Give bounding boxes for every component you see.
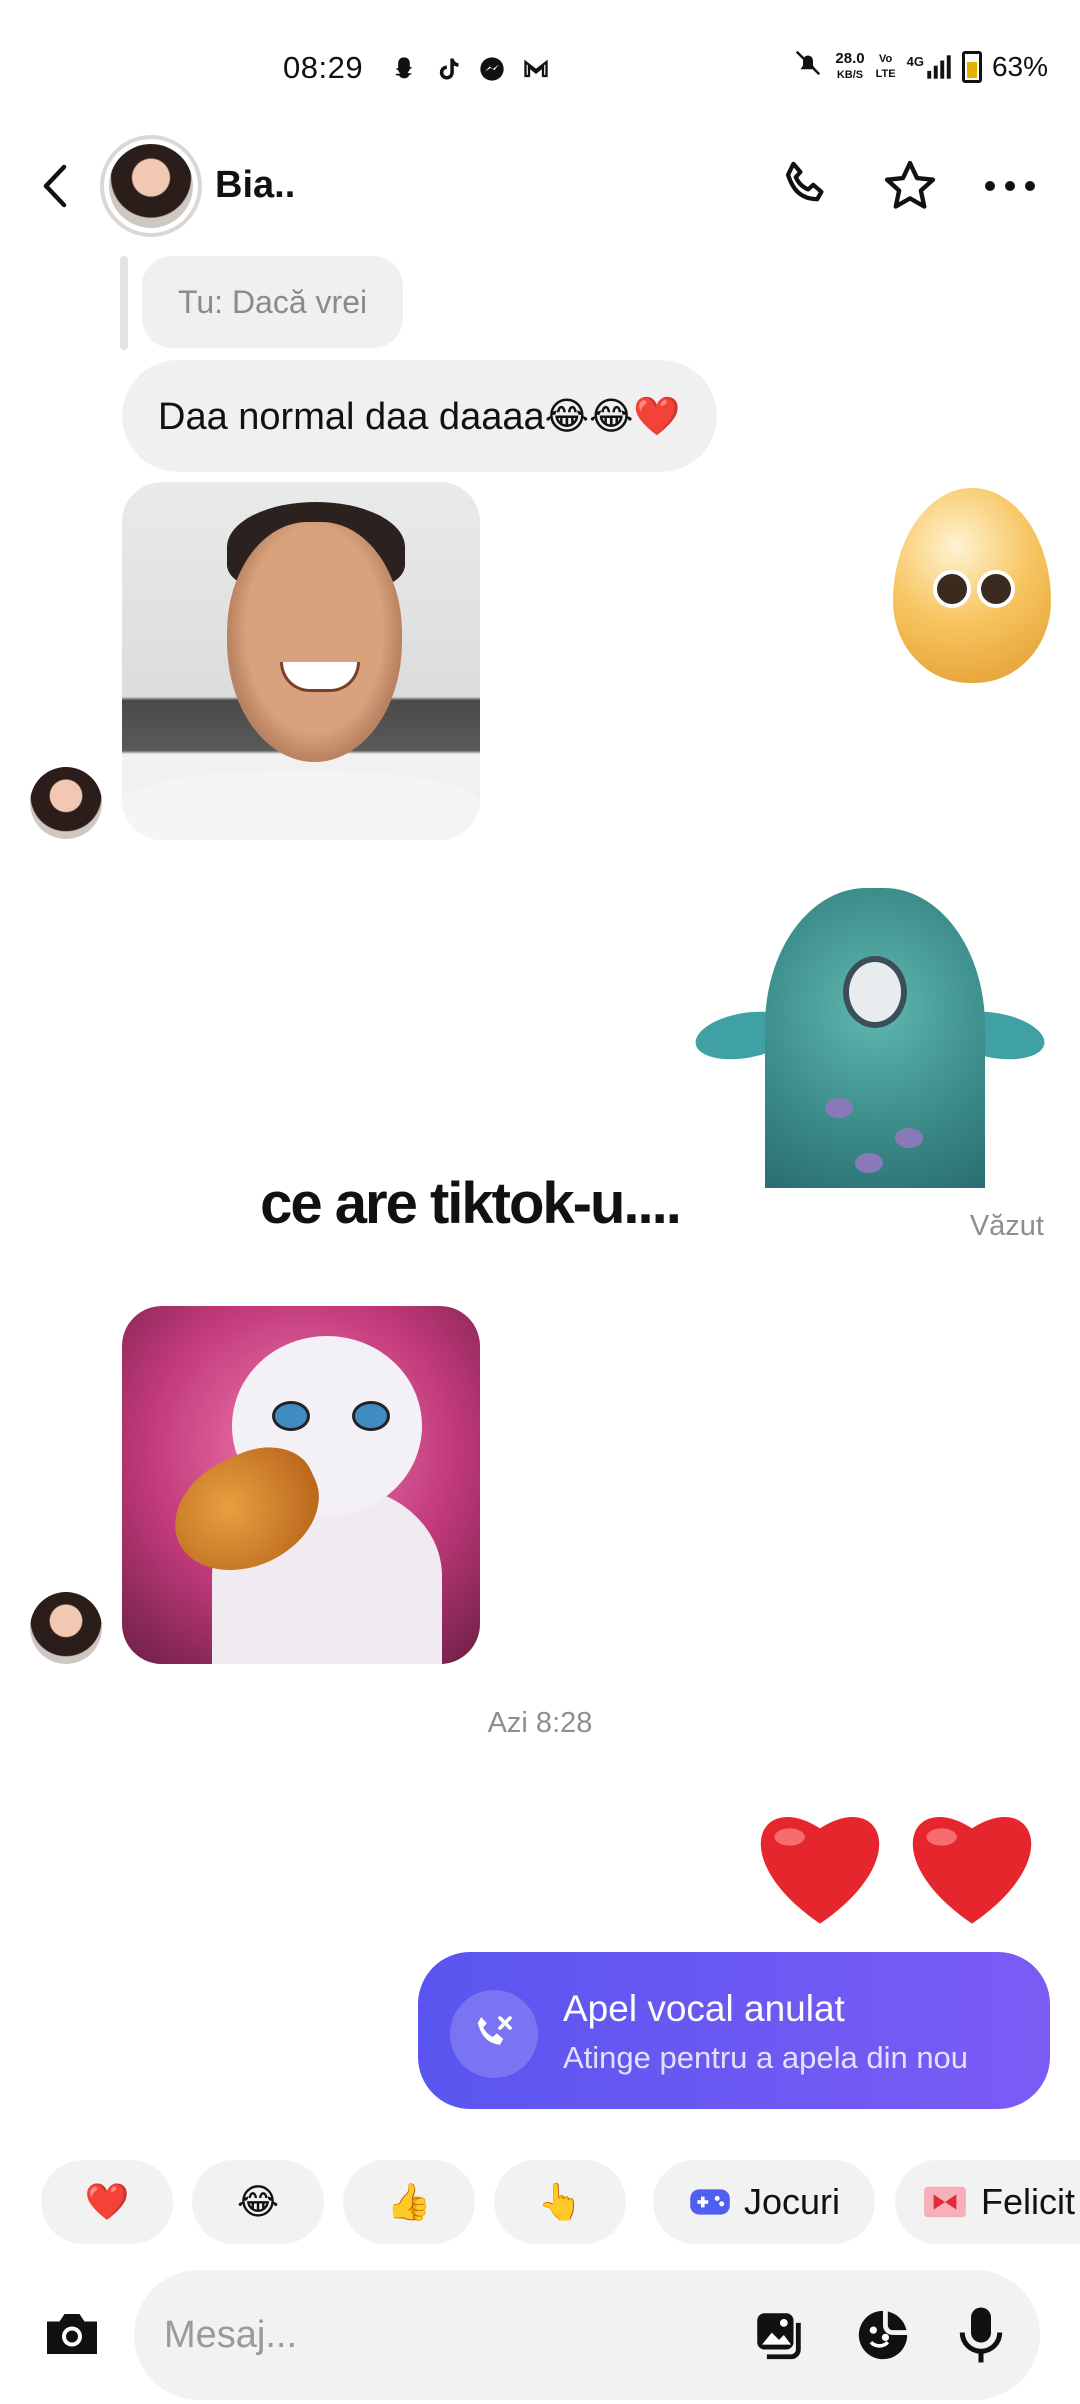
message-composer <box>0 2270 1080 2404</box>
signal-icon: 4G <box>907 54 952 80</box>
call-cancelled-icon <box>450 1990 538 2078</box>
star-icon <box>884 160 936 209</box>
call-card-title: Apel vocal anulat <box>563 1988 845 2029</box>
net-speed: 28.0 KB/S <box>835 49 865 81</box>
back-button[interactable] <box>30 156 80 216</box>
contact-name[interactable]: Bia.. <box>215 164 295 207</box>
gmail-icon <box>519 52 553 86</box>
avatar-photo <box>109 144 193 228</box>
reply-preview-bubble[interactable]: Tu: Dacă vrei <box>142 256 404 348</box>
quick-reply-heart[interactable]: ❤️ <box>41 2160 173 2244</box>
reply-indicator-bar <box>120 256 128 350</box>
voice-call-button[interactable] <box>774 154 838 218</box>
status-time: 08:29 <box>283 50 364 85</box>
status-indicators: 28.0 KB/S Vo LTE 4G 63% <box>791 48 1048 85</box>
heart-icon <box>912 1817 1032 1924</box>
games-chip[interactable]: Jocuri <box>653 2160 875 2244</box>
chat-header: Bia.. <box>0 130 1080 240</box>
quick-reply-thumbs-up[interactable]: 👍 <box>343 2160 475 2244</box>
messenger-icon <box>475 52 509 86</box>
tiktok-icon <box>431 52 465 86</box>
camera-button[interactable] <box>36 2298 108 2370</box>
quick-replies-row: ❤️ 😂 👍 👆 Jocuri Felicit <box>41 2160 1080 2244</box>
contact-avatar[interactable] <box>100 135 202 237</box>
gamepad-icon <box>690 2189 730 2215</box>
incoming-cat-photo-message[interactable] <box>122 1306 480 1664</box>
heart-icon <box>760 1817 880 1924</box>
egg-sticker[interactable] <box>893 488 1051 683</box>
video-caption-overlay: ce are tiktok-u.... <box>259 1170 684 1238</box>
missed-call-card[interactable]: Apel vocal anulat Atinge pentru a apela … <box>418 1952 1050 2109</box>
volte-label: Vo LTE <box>875 52 896 80</box>
incoming-photo-message[interactable] <box>122 482 480 840</box>
gift-icon <box>924 2186 966 2218</box>
seen-label: Văzut <box>969 1210 1044 1242</box>
message-input[interactable] <box>164 2304 664 2366</box>
camera-icon <box>47 2314 97 2354</box>
quick-reply-point-up[interactable]: 👆 <box>494 2160 626 2244</box>
incoming-text-message[interactable]: Daa normal daa daaaa😂😂❤️ <box>122 360 717 472</box>
battery-icon <box>961 50 982 83</box>
favorite-button[interactable] <box>878 154 942 218</box>
microphone-icon <box>959 2307 1003 2363</box>
voice-message-button[interactable] <box>948 2300 1014 2370</box>
snapchat-icon <box>387 52 421 86</box>
sticker-icon <box>858 2310 908 2360</box>
phone-icon <box>785 161 824 202</box>
sender-avatar[interactable] <box>30 1592 102 1664</box>
gallery-button[interactable] <box>746 2300 812 2370</box>
greetings-chip[interactable]: Felicit <box>895 2160 1080 2244</box>
sender-avatar[interactable] <box>30 767 102 839</box>
chevron-left-icon <box>43 164 67 208</box>
sticker-button[interactable] <box>850 2300 916 2370</box>
status-bar: 08:29 28.0 KB/S Vo LTE 4G 63% <box>0 0 1080 140</box>
chat-timestamp: Azi 8:28 <box>487 1707 593 1739</box>
mute-bell-icon <box>791 48 825 85</box>
status-app-icons <box>387 52 553 86</box>
quick-reply-laugh[interactable]: 😂 <box>192 2160 324 2244</box>
call-card-subtitle: Atinge pentru a apela din nou <box>563 2040 969 2075</box>
monster-video-sticker[interactable] <box>691 888 1050 1188</box>
battery-percent: 63% <box>991 50 1048 82</box>
gallery-icon <box>757 2313 801 2360</box>
message-input-pill <box>134 2270 1040 2400</box>
hearts-message[interactable] <box>750 1798 1050 1928</box>
more-icon <box>985 181 1035 191</box>
more-options-button[interactable] <box>978 154 1042 218</box>
